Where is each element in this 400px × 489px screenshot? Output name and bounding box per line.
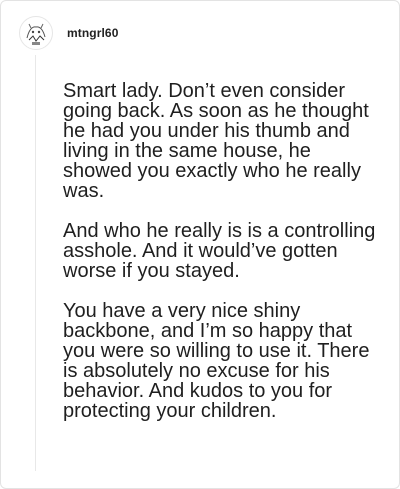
comment-header: mtngrl60 <box>19 15 118 51</box>
comment-card: mtngrl60 Smart lady. Don’t even consider… <box>0 0 400 489</box>
comment-body: Smart lady. Don’t even consider going ba… <box>63 81 383 441</box>
username[interactable]: mtngrl60 <box>67 26 118 40</box>
comment-paragraph: You have a very nice shiny backbone, and… <box>63 300 370 422</box>
comment-paragraph: And who he really is is a controlling as… <box>63 220 376 282</box>
avatar[interactable] <box>19 16 53 50</box>
comment-paragraph: Smart lady. Don’t even consider going ba… <box>63 80 369 202</box>
thread-line <box>35 55 36 471</box>
avatar-sketch-icon <box>22 19 50 47</box>
